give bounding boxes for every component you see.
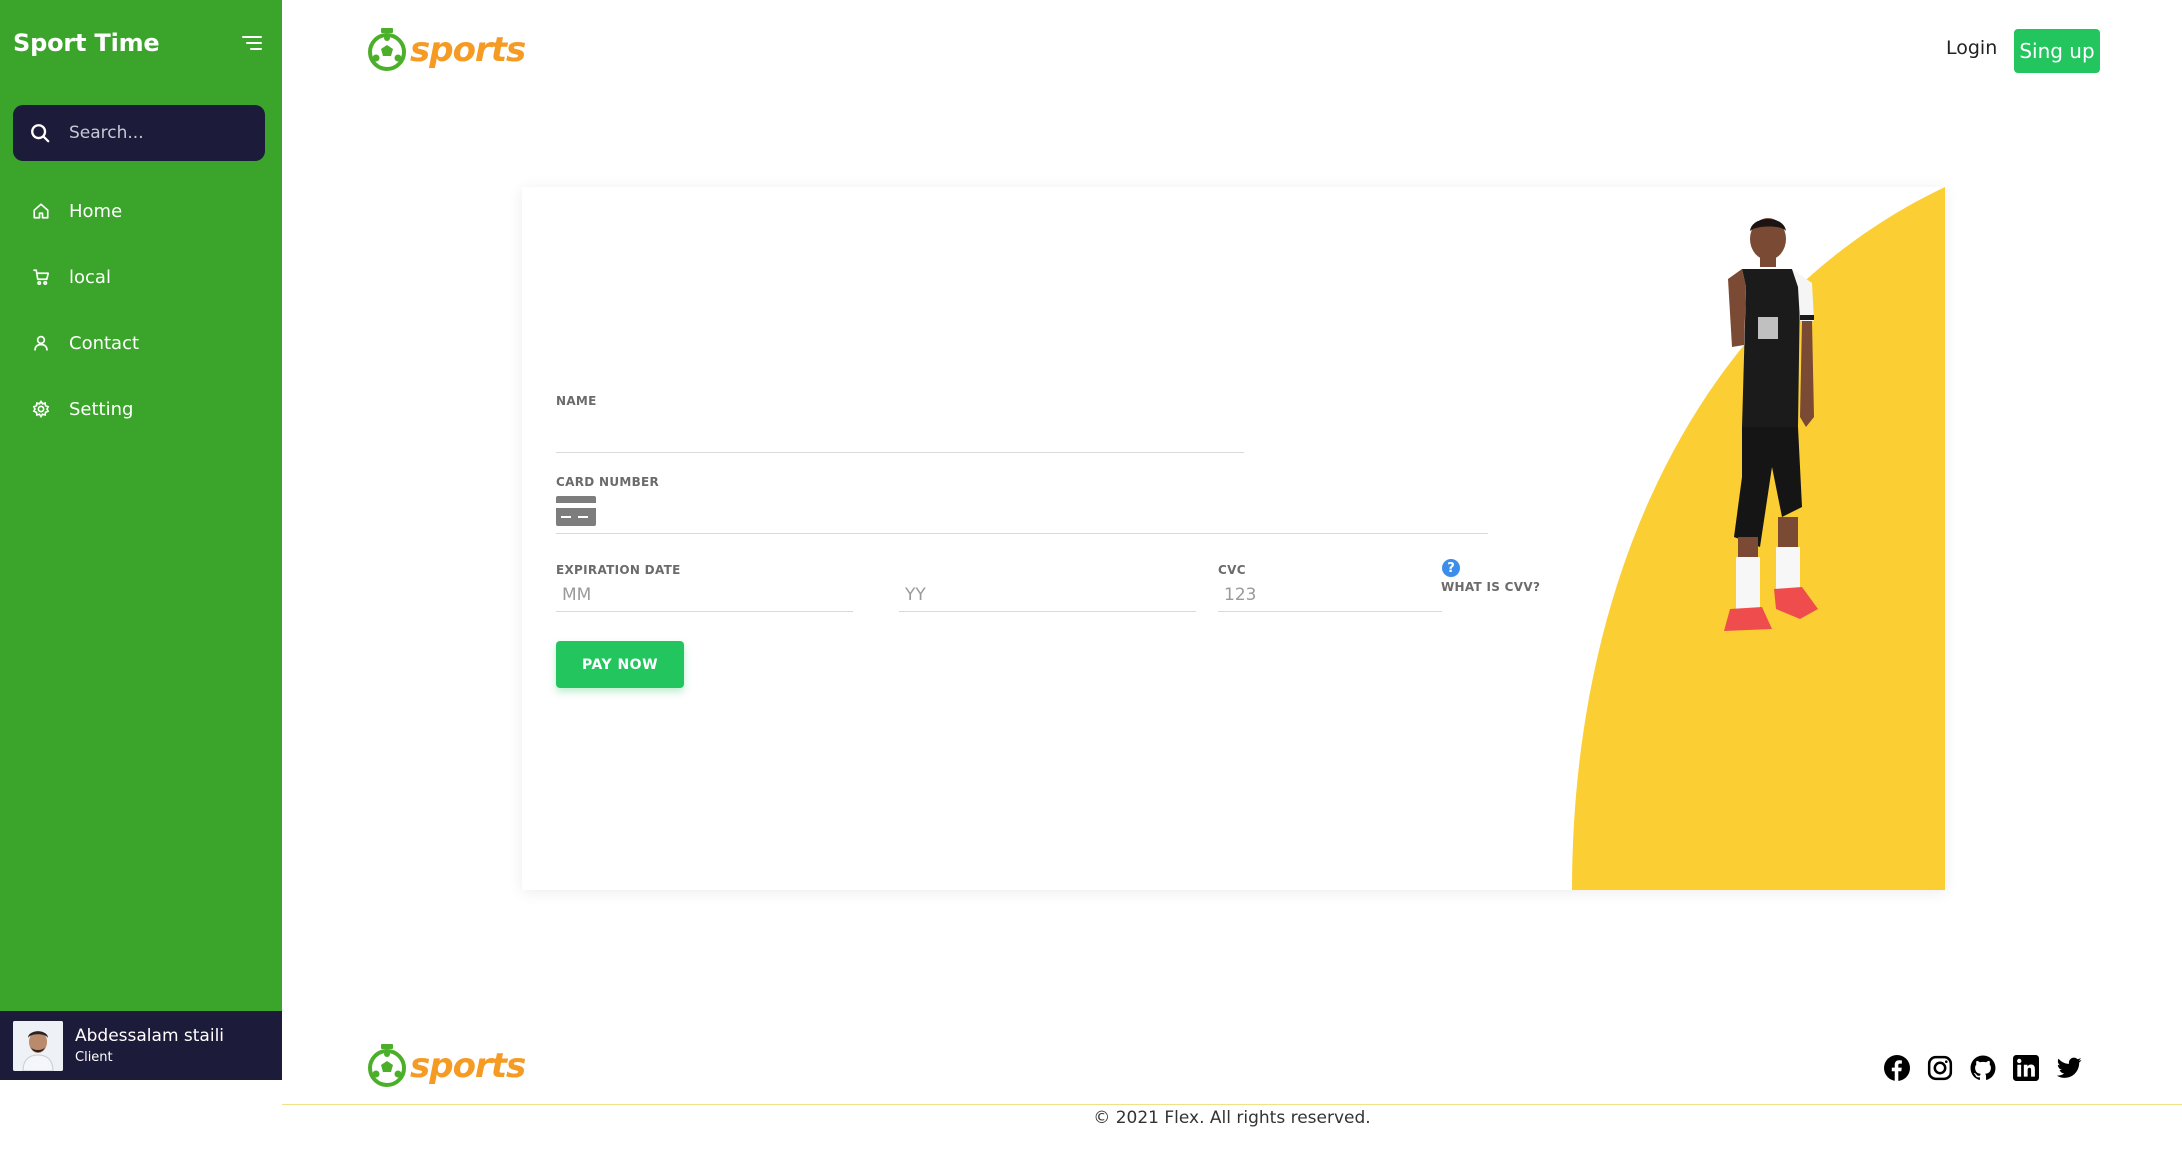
cvc-input[interactable] [1218, 578, 1442, 612]
sidebar-item-local[interactable]: local [0, 244, 282, 310]
twitter-icon[interactable] [2056, 1055, 2082, 1081]
github-icon[interactable] [1970, 1055, 1996, 1081]
sidebar-item-contact[interactable]: Contact [0, 310, 282, 376]
social-links [1884, 1055, 2082, 1081]
what-is-cvv-link[interactable]: WHAT IS CVV? [1441, 580, 1540, 594]
card-number-label: CARD NUMBER [556, 475, 660, 489]
cvc-label: CVC [1218, 563, 1246, 577]
sidebar: Sport Time Home local Contact [0, 0, 282, 1080]
user-profile[interactable]: Abdessalam staili Client [0, 1011, 282, 1080]
facebook-icon[interactable] [1884, 1055, 1910, 1081]
avatar [13, 1020, 63, 1071]
sidebar-item-label: Contact [69, 332, 140, 354]
sidebar-nav: Home local Contact Setting [0, 178, 282, 442]
sidebar-item-setting[interactable]: Setting [0, 376, 282, 442]
cart-icon [30, 266, 52, 288]
home-icon [30, 200, 52, 222]
linkedin-icon[interactable] [2013, 1055, 2039, 1081]
header-logo[interactable]: sports [367, 28, 526, 72]
sidebar-item-label: local [69, 266, 111, 288]
help-icon[interactable]: ? [1442, 559, 1460, 577]
user-name: Abdessalam staili [75, 1026, 225, 1046]
soccer-ball-icon [368, 28, 406, 71]
sidebar-item-home[interactable]: Home [0, 178, 282, 244]
gear-icon [30, 398, 52, 420]
player-image [1724, 218, 1818, 631]
sidebar-item-label: Setting [69, 398, 134, 420]
sidebar-header: Sport Time [13, 26, 262, 60]
expiration-year-input[interactable] [899, 578, 1196, 612]
user-info: Abdessalam staili Client [75, 1026, 224, 1065]
user-role: Client [75, 1050, 113, 1065]
search-input[interactable] [69, 123, 249, 143]
name-input[interactable] [556, 413, 1244, 453]
login-link[interactable]: Login [1946, 37, 1997, 59]
search-box[interactable] [13, 105, 265, 161]
menu-toggle-icon[interactable] [240, 34, 262, 52]
sidebar-item-label: Home [69, 200, 123, 222]
footer-logo[interactable]: sports [367, 1044, 526, 1088]
signup-button[interactable]: Sing up [2014, 29, 2100, 73]
pay-now-button[interactable]: PAY NOW [556, 641, 684, 688]
card-number-input[interactable] [556, 492, 1488, 534]
user-icon [30, 332, 52, 354]
app-title: Sport Time [13, 29, 160, 57]
instagram-icon[interactable] [1927, 1055, 1953, 1081]
logo-text: sports [410, 30, 526, 70]
soccer-ball-icon [368, 1044, 406, 1087]
name-label: NAME [556, 394, 597, 408]
footer-divider [282, 1104, 2182, 1105]
copyright-text: © 2021 Flex. All rights reserved. [1093, 1108, 1371, 1128]
search-icon [31, 124, 50, 143]
expiration-date-label: EXPIRATION DATE [556, 563, 681, 577]
expiration-month-input[interactable] [556, 578, 853, 612]
logo-text: sports [410, 1046, 526, 1086]
payment-card: NAME CARD NUMBER EXPIRATION DATE CVC ? W… [522, 187, 1945, 890]
